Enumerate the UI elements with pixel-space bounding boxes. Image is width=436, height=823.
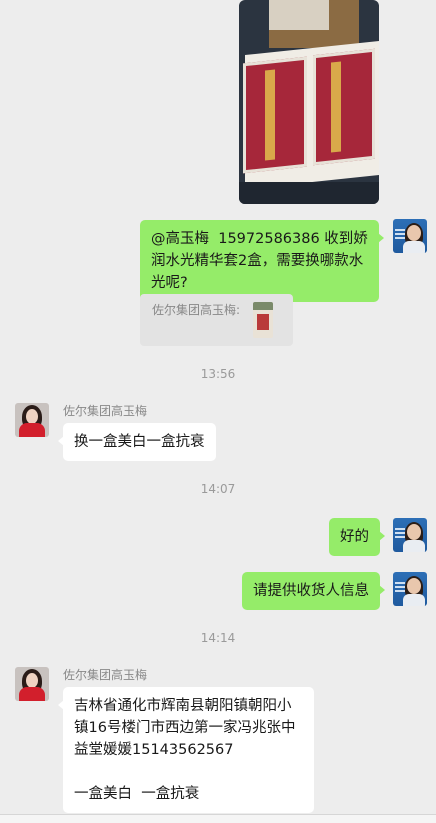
my-avatar[interactable] xyxy=(393,219,427,253)
sent-message-bubble[interactable]: 好的 xyxy=(329,518,385,556)
sent-message-bubble[interactable]: @高玉梅 15972586386 收到娇润水光精华套2盒，需要换哪款水光呢? xyxy=(140,220,384,302)
shared-photo-message[interactable] xyxy=(239,0,379,204)
sender-name: 佐尔集团高玉梅 xyxy=(63,404,148,418)
sender-name: 佐尔集团高玉梅 xyxy=(63,668,148,682)
received-message-bubble[interactable]: 换一盒美白一盒抗衰 xyxy=(58,423,216,461)
photo-detail xyxy=(239,182,379,204)
avatar-detail xyxy=(19,423,45,437)
thumbnail-detail xyxy=(253,302,273,310)
avatar-detail xyxy=(407,225,421,241)
avatar-detail xyxy=(403,594,425,606)
my-avatar[interactable] xyxy=(393,518,427,552)
photo-detail xyxy=(243,56,307,174)
received-message-bubble[interactable]: 吉林省通化市辉南县朝阳镇朝阳小镇16号楼门市西边第一家冯兆张中益堂媛媛15143… xyxy=(58,687,314,813)
timestamp: 14:07 xyxy=(200,482,236,496)
avatar-detail xyxy=(403,540,425,552)
quoted-message[interactable]: 佐尔集团高玉梅: xyxy=(140,294,293,346)
contact-avatar[interactable] xyxy=(15,403,49,437)
avatar-detail xyxy=(26,673,38,688)
timestamp: 14:14 xyxy=(200,631,236,645)
avatar-detail xyxy=(26,409,38,424)
avatar-detail xyxy=(395,528,405,530)
my-avatar[interactable] xyxy=(393,572,427,606)
quote-thumbnail[interactable] xyxy=(253,302,273,338)
photo-detail xyxy=(331,61,341,153)
avatar-detail xyxy=(407,524,421,540)
input-area[interactable] xyxy=(0,815,436,823)
timestamp: 13:56 xyxy=(200,367,236,381)
avatar-detail xyxy=(407,578,421,594)
photo-detail xyxy=(265,69,275,161)
avatar-detail xyxy=(395,229,405,231)
avatar-detail xyxy=(395,582,405,584)
sent-message-bubble[interactable]: 请提供收货人信息 xyxy=(242,572,385,610)
avatar-detail xyxy=(403,241,425,253)
contact-avatar[interactable] xyxy=(15,667,49,701)
avatar-detail xyxy=(19,687,45,701)
photo-detail xyxy=(313,48,375,166)
photo-detail xyxy=(269,0,329,30)
quote-sender: 佐尔集团高玉梅: xyxy=(152,303,241,317)
thumbnail-detail xyxy=(257,314,269,330)
